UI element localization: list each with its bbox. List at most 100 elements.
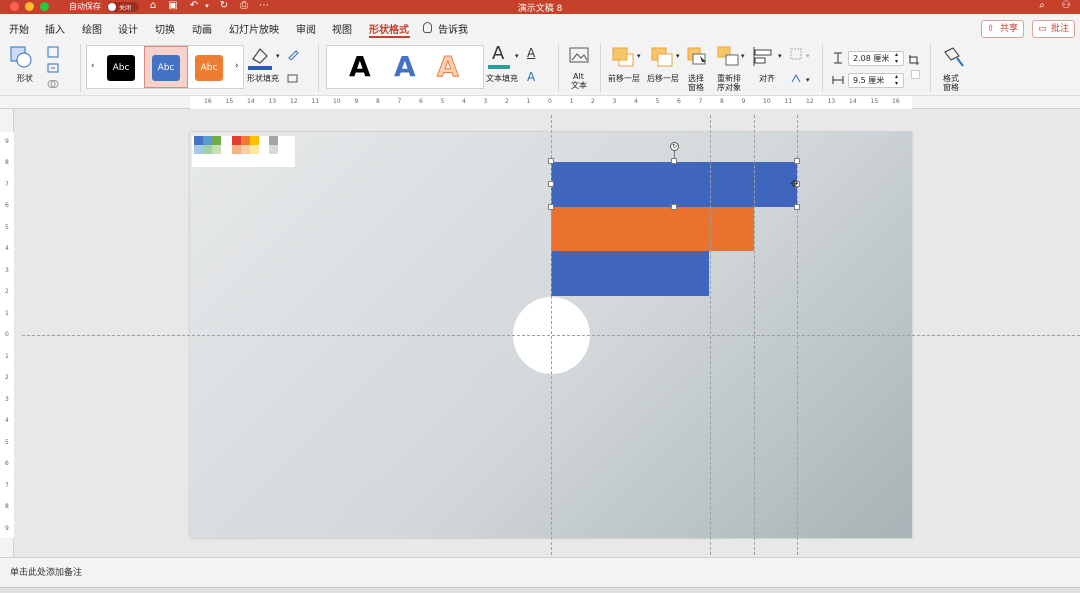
ruler-tick-label: 15: [225, 98, 234, 105]
send-backward-dropdown-icon[interactable]: ▾: [676, 52, 680, 60]
autosave-knob: [108, 3, 116, 11]
resize-handle-bottom[interactable]: [671, 204, 677, 210]
ruler-tick-label: 1: [5, 352, 9, 360]
lightbulb-icon[interactable]: [423, 22, 432, 33]
tab-shape-format[interactable]: 形状格式: [369, 21, 409, 36]
selection-pane-button[interactable]: 选择 窗格: [686, 44, 710, 92]
minimize-window-button[interactable]: [25, 2, 34, 11]
title-bar: 自动保存 关闭 ⌂ ▣ ↶ ▾ ↻ ⎙ ⋯ 演示文稿 8 ⌕ ⚇: [0, 0, 1080, 14]
wordart-style-black[interactable]: A: [349, 52, 371, 82]
group-objects-icon[interactable]: [790, 48, 802, 60]
share-icon: ⇧: [987, 24, 995, 34]
print-icon[interactable]: ⎙: [238, 0, 250, 12]
gallery-prev-icon[interactable]: ‹: [91, 61, 95, 71]
bar-shape-top[interactable]: [551, 162, 797, 207]
save-icon[interactable]: ▣: [167, 0, 179, 12]
color-swatch: [232, 145, 241, 154]
tab-transitions[interactable]: 切换: [155, 21, 175, 36]
close-window-button[interactable]: [10, 2, 19, 11]
rotate-icon[interactable]: [790, 72, 802, 84]
gallery-next-icon[interactable]: ›: [235, 61, 239, 71]
alt-text-button[interactable]: Alt 文本: [566, 44, 594, 92]
send-backward-button[interactable]: 后移一层: [646, 44, 682, 86]
shape-effects-icon[interactable]: [287, 72, 299, 84]
document-title: 演示文稿 8: [517, 4, 563, 14]
shape-style-orange[interactable]: Abc: [195, 55, 223, 81]
ruler-tick-label: 14: [247, 98, 255, 105]
redo-icon[interactable]: ↻: [218, 0, 230, 12]
tab-review[interactable]: 审阅: [296, 21, 316, 36]
shape-outline-icon[interactable]: [287, 48, 299, 60]
tab-home[interactable]: 开始: [9, 21, 29, 36]
merge-shapes-icon[interactable]: [47, 78, 59, 90]
color-swatch: [194, 145, 203, 154]
wordart-style-orange-outline[interactable]: A: [437, 51, 460, 82]
ruler-tick-label: 5: [5, 438, 9, 446]
lock-aspect-checkbox[interactable]: [911, 70, 920, 79]
share-button[interactable]: ⇧ 共享: [981, 20, 1024, 38]
resize-handle-bottom-right[interactable]: [794, 204, 800, 210]
text-fill-dropdown-icon[interactable]: ▾: [515, 52, 519, 60]
text-box-icon[interactable]: [47, 62, 59, 74]
more-icon[interactable]: ⋯: [258, 0, 270, 12]
ruler-tick-label: 13: [827, 98, 836, 105]
tab-design[interactable]: 设计: [118, 21, 138, 36]
notes-placeholder[interactable]: 单击此处添加备注: [10, 565, 82, 578]
align-dropdown-icon[interactable]: ▾: [778, 52, 782, 60]
undo-dropdown-icon[interactable]: ▾: [201, 0, 213, 12]
resize-handle-top-left[interactable]: [548, 158, 554, 164]
alt-text-icon: [569, 47, 589, 63]
ribbon: 形状 ‹ Abc Abc Abc › 形状填充 ▾ A A A A 文本填充 ▾…: [0, 42, 1080, 96]
tab-animations[interactable]: 动画: [192, 21, 212, 36]
shape-style-black[interactable]: Abc: [107, 55, 135, 81]
wordart-style-blue[interactable]: A: [394, 52, 416, 82]
horizontal-guide[interactable]: [22, 335, 1080, 336]
text-effects-icon[interactable]: A: [527, 70, 535, 84]
home-icon[interactable]: ⌂: [147, 0, 159, 12]
ruler-tick-label: 3: [483, 98, 488, 105]
bar-shape-middle[interactable]: [551, 207, 754, 251]
ruler-tick-label: 2: [505, 98, 509, 105]
tab-draw[interactable]: 绘图: [82, 21, 102, 36]
group-dropdown-icon[interactable]: ▾: [806, 52, 810, 60]
height-stepper-icon[interactable]: ▴ ▾: [895, 51, 898, 65]
format-pane-button[interactable]: 格式 窗格: [937, 44, 969, 92]
width-stepper-icon[interactable]: ▴ ▾: [895, 73, 898, 87]
shapes-button[interactable]: 形状: [8, 44, 40, 86]
maximize-window-button[interactable]: [40, 2, 49, 11]
bar-shape-bottom[interactable]: [551, 251, 709, 296]
align-button[interactable]: 对齐: [751, 44, 783, 86]
resize-handle-bottom-left[interactable]: [548, 204, 554, 210]
shape-style-blue[interactable]: Abc: [152, 55, 180, 81]
rotate-dropdown-icon[interactable]: ▾: [806, 76, 810, 84]
ruler-tick-label: 10: [763, 98, 771, 105]
text-outline-icon[interactable]: A: [527, 46, 535, 60]
send-backward-icon: [651, 47, 673, 67]
resize-handle-top-right[interactable]: [794, 158, 800, 164]
tab-view[interactable]: 视图: [332, 21, 352, 36]
reorder-dropdown-icon[interactable]: ▾: [741, 52, 745, 60]
rotate-handle-icon[interactable]: ↻: [670, 142, 679, 151]
ruler-tick-label: 7: [698, 98, 703, 105]
autosave-toggle[interactable]: 关闭: [107, 2, 139, 12]
search-icon[interactable]: ⌕: [1036, 0, 1048, 12]
bring-forward-button[interactable]: 前移一层: [607, 44, 643, 86]
comments-label: 批注: [1051, 24, 1070, 34]
notes-pane[interactable]: 单击此处添加备注: [0, 557, 1080, 587]
ruler-tick-label: 8: [5, 503, 9, 510]
shape-fill-button[interactable]: 形状填充: [246, 44, 282, 86]
edit-shape-icon[interactable]: [47, 46, 59, 58]
account-icon[interactable]: ⚇: [1060, 0, 1072, 12]
shape-fill-dropdown-icon[interactable]: ▾: [276, 52, 280, 60]
tab-slideshow[interactable]: 幻灯片放映: [229, 21, 279, 36]
tell-me-search[interactable]: 告诉我: [438, 21, 468, 36]
comments-button[interactable]: ▭ 批注: [1032, 20, 1075, 38]
text-fill-button[interactable]: A 文本填充: [486, 44, 522, 86]
ruler-tick-label: 3: [5, 395, 9, 403]
crop-icon[interactable]: [908, 54, 920, 66]
tab-insert[interactable]: 插入: [45, 21, 65, 36]
resize-handle-left[interactable]: [548, 181, 554, 187]
format-pane-label-line1: 格式: [943, 74, 959, 83]
bring-forward-dropdown-icon[interactable]: ▾: [637, 52, 641, 60]
undo-icon[interactable]: ↶: [188, 0, 200, 12]
